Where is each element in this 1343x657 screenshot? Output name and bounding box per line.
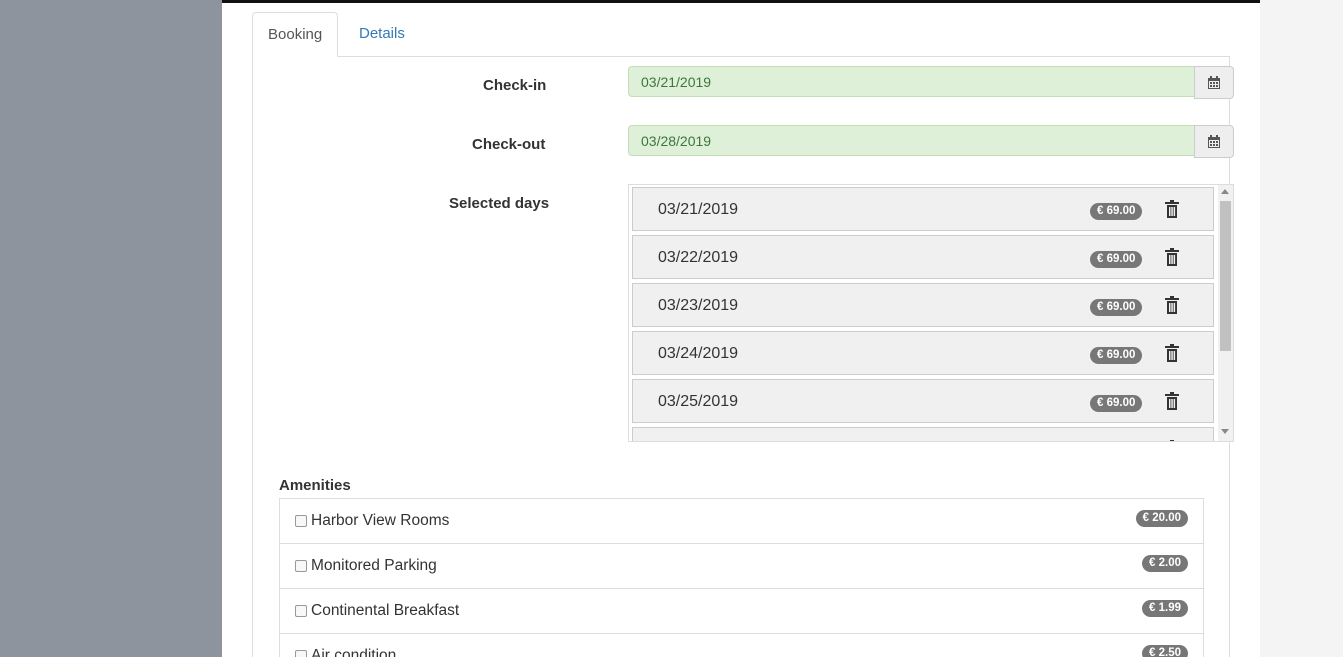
checkout-label: Check-out <box>472 136 546 153</box>
tab-bar: Booking Details <box>252 12 1230 57</box>
booking-pane: Check-in 03/21/2019 Check-out 03/28/2019… <box>252 56 1234 657</box>
amenity-checkbox[interactable] <box>295 605 307 617</box>
trash-icon[interactable] <box>1164 392 1180 410</box>
trash-icon[interactable] <box>1164 344 1180 362</box>
amenity-label[interactable]: Harbor View Rooms <box>311 499 449 543</box>
price-badge: € 69.00 <box>1090 251 1143 268</box>
selected-days-label: Selected days <box>449 195 550 212</box>
calendar-icon <box>1208 134 1220 148</box>
list-item: 03/22/2019 € 69.00 <box>632 235 1214 279</box>
price-badge: € 69.00 <box>1090 347 1143 364</box>
trash-icon[interactable] <box>1164 200 1180 218</box>
amenity-label[interactable]: Air condition <box>311 634 396 657</box>
day-date: 03/23/2019 <box>658 297 739 314</box>
price-badge: € 2.50 <box>1142 645 1188 657</box>
checkout-input[interactable]: 03/28/2019 <box>628 125 1194 156</box>
day-date: 03/24/2019 <box>658 345 739 362</box>
scroll-down-icon[interactable] <box>1221 429 1229 434</box>
amenity-item: Harbor View Rooms € 20.00 <box>279 498 1204 544</box>
calendar-icon <box>1208 75 1220 89</box>
list-item: 03/24/2019 € 69.00 <box>632 331 1214 375</box>
top-bar <box>222 0 1260 3</box>
price-badge: € 1.99 <box>1142 600 1188 617</box>
sidebar <box>0 0 222 657</box>
checkin-label: Check-in <box>483 77 547 94</box>
amenity-item: Continental Breakfast € 1.99 <box>279 588 1204 634</box>
main-panel: Booking Details Check-in 03/21/2019 Chec… <box>222 0 1260 657</box>
amenities-title: Amenities <box>279 477 351 494</box>
amenity-item: Air condition € 2.50 <box>279 633 1204 657</box>
trash-icon[interactable] <box>1164 440 1180 442</box>
day-date: 03/22/2019 <box>658 249 739 266</box>
trash-icon[interactable] <box>1164 248 1180 266</box>
scroll-thumb[interactable] <box>1220 201 1231 351</box>
day-date: 03/25/2019 <box>658 393 739 410</box>
price-badge: € 69.00 <box>1090 395 1143 412</box>
day-date: 03/21/2019 <box>658 201 739 218</box>
amenity-label[interactable]: Monitored Parking <box>311 544 437 588</box>
list-item: 03/23/2019 € 69.00 <box>632 283 1214 327</box>
checkin-group: 03/21/2019 <box>628 66 1234 99</box>
price-badge: € 69.00 <box>1090 203 1143 220</box>
scrollbar[interactable] <box>1218 185 1233 441</box>
scroll-up-icon[interactable] <box>1221 189 1229 194</box>
list-item-partial <box>632 427 1214 442</box>
trash-icon[interactable] <box>1164 296 1180 314</box>
price-badge: € 69.00 <box>1090 299 1143 316</box>
checkout-group: 03/28/2019 <box>628 125 1234 158</box>
amenity-checkbox[interactable] <box>295 650 307 657</box>
selected-days-list[interactable]: 03/21/2019 € 69.00 03/22/2019 € 69.00 03… <box>628 184 1234 442</box>
checkin-calendar-button[interactable] <box>1194 66 1234 99</box>
checkout-calendar-button[interactable] <box>1194 125 1234 158</box>
tab-details[interactable]: Details <box>344 12 420 55</box>
tab-booking[interactable]: Booking <box>252 12 339 57</box>
amenity-checkbox[interactable] <box>295 515 307 527</box>
amenity-checkbox[interactable] <box>295 560 307 572</box>
list-item: 03/21/2019 € 69.00 <box>632 187 1214 231</box>
checkin-input[interactable]: 03/21/2019 <box>628 66 1194 97</box>
list-item: 03/25/2019 € 69.00 <box>632 379 1214 423</box>
price-badge: € 2.00 <box>1142 555 1188 572</box>
amenity-item: Monitored Parking € 2.00 <box>279 543 1204 589</box>
amenity-label[interactable]: Continental Breakfast <box>311 589 459 633</box>
price-badge: € 20.00 <box>1135 510 1188 527</box>
